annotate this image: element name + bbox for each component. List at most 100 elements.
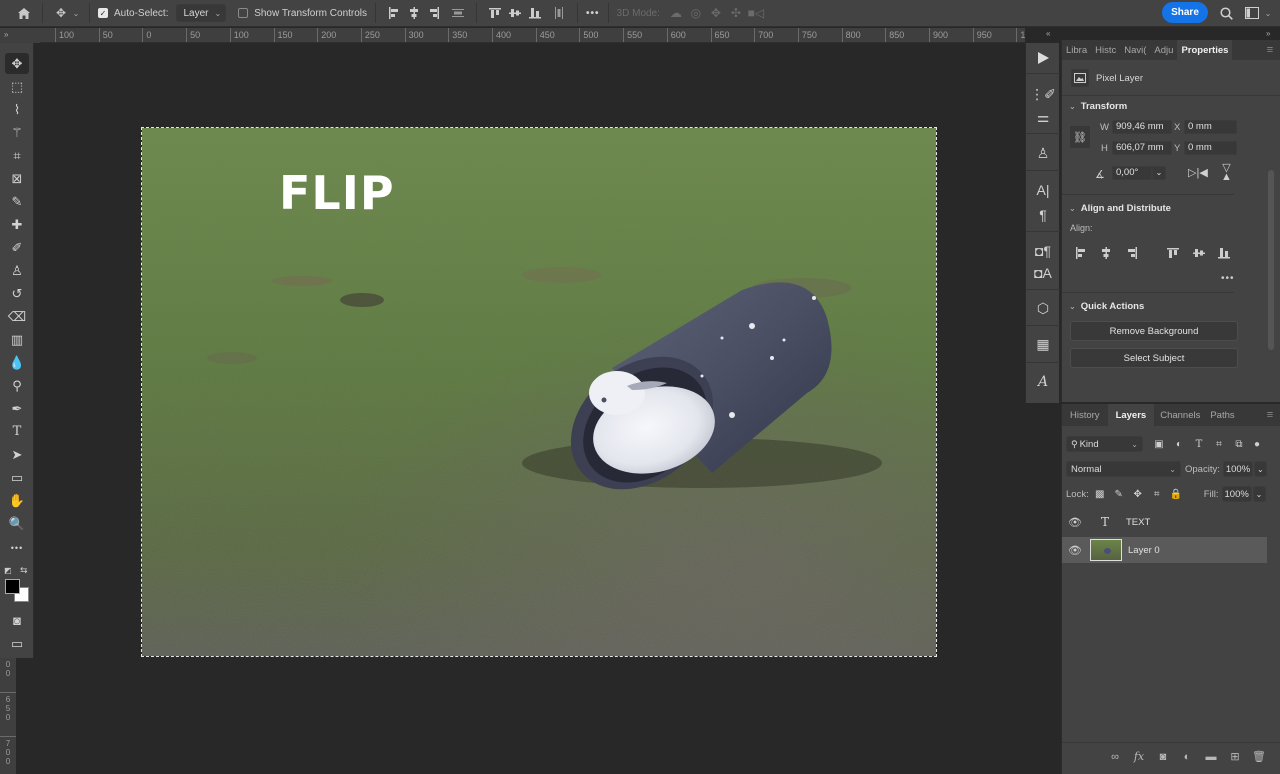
width-field[interactable]: 909,46 mm <box>1112 120 1172 134</box>
y-position-field[interactable]: 0 mm <box>1184 141 1237 155</box>
link-dimensions-icon[interactable]: ⛓ <box>1070 126 1090 148</box>
visibility-eye-icon[interactable]: 👁 <box>1062 544 1088 557</box>
filter-toggle-icon[interactable]: ● <box>1249 436 1265 452</box>
gradient-tool[interactable]: ▥ <box>5 329 29 350</box>
filter-adjustment-layers-icon[interactable]: ◐ <box>1171 436 1187 452</box>
home-icon[interactable] <box>14 3 34 23</box>
brushes-icon[interactable]: ⚌ <box>1033 107 1053 127</box>
history-brush-tool[interactable]: ↺ <box>5 283 29 304</box>
align-vertical-centers-icon[interactable] <box>1192 246 1206 260</box>
remove-background-button[interactable]: Remove Background <box>1070 321 1238 341</box>
auto-select-target-dropdown[interactable]: Layer ⌄ <box>176 4 227 22</box>
move-tool-preset-icon[interactable]: ✥ <box>51 3 71 23</box>
align-top-edges-icon[interactable] <box>485 3 505 23</box>
more-options-button[interactable]: ••• <box>586 8 600 19</box>
foreground-color-swatch[interactable] <box>5 579 20 594</box>
more-align-options-button[interactable]: ••• <box>1221 273 1235 284</box>
glyphs-icon[interactable]: A <box>1033 372 1053 392</box>
new-group-icon[interactable]: ▬ <box>1203 751 1219 763</box>
lock-transparent-pixels-icon[interactable]: ▩ <box>1092 486 1108 502</box>
brush-tool[interactable]: ✐ <box>5 237 29 258</box>
distribute-vertical-icon[interactable] <box>549 3 569 23</box>
magic-wand-tool[interactable]: ⚚ <box>5 122 29 143</box>
filter-smart-objects-icon[interactable]: ⧉ <box>1231 436 1247 452</box>
select-subject-button[interactable]: Select Subject <box>1070 348 1238 368</box>
edit-toolbar[interactable]: ••• <box>5 537 29 558</box>
hand-tool[interactable]: ✋ <box>5 490 29 511</box>
workspace-icon[interactable] <box>1242 3 1262 23</box>
lock-artboard-icon[interactable]: ⌗ <box>1149 486 1165 502</box>
frame-tool[interactable]: ⊠ <box>5 168 29 189</box>
pen-tool[interactable]: ✒ <box>5 398 29 419</box>
tab-history[interactable]: History <box>1062 404 1108 426</box>
swap-colors-icon[interactable]: ⇆ <box>20 565 28 576</box>
x-position-field[interactable]: 0 mm <box>1184 120 1237 134</box>
fill-dropdown[interactable]: ⌄ <box>1252 486 1266 502</box>
type-tool[interactable]: T <box>5 421 29 442</box>
tab-properties[interactable]: Properties <box>1177 40 1233 60</box>
character-styles-icon[interactable]: ◘A <box>1033 263 1053 283</box>
filter-type-layers-icon[interactable]: T <box>1191 436 1207 452</box>
healing-brush-tool[interactable]: ✚ <box>5 214 29 235</box>
adjustment-layer-icon[interactable]: ◐ <box>1179 751 1195 763</box>
flip-text-layer[interactable]: FLIP <box>279 166 395 220</box>
align-bottom-edges-icon[interactable] <box>1217 246 1231 260</box>
layer-row-text[interactable]: 👁 T TEXT <box>1062 509 1267 535</box>
align-left-edges-icon[interactable] <box>384 3 404 23</box>
delete-layer-icon[interactable]: 🗑 <box>1251 750 1267 763</box>
tab-channels[interactable]: Channels <box>1154 404 1206 426</box>
3d-icon[interactable]: ⬡ <box>1033 298 1053 318</box>
quick-mask-mode-icon[interactable]: ◙ <box>5 610 29 631</box>
crop-tool[interactable]: ⌗ <box>5 145 29 166</box>
panel-menu-icon[interactable]: ≡ <box>1260 404 1280 426</box>
flip-vertical-icon[interactable]: ▽ ▲ <box>1221 163 1232 183</box>
height-field[interactable]: 606,07 mm <box>1112 141 1172 155</box>
chevron-down-icon[interactable]: ⌄ <box>1262 3 1274 23</box>
rectangular-marquee-tool[interactable]: ⬚ <box>5 76 29 97</box>
document-canvas[interactable]: FLIP <box>141 127 937 657</box>
align-horizontal-centers-icon[interactable] <box>404 3 424 23</box>
paragraph-icon[interactable]: ¶ <box>1033 205 1053 225</box>
distribute-horizontal-icon[interactable] <box>448 3 468 23</box>
align-vertical-centers-icon[interactable] <box>505 3 525 23</box>
eraser-tool[interactable]: ⌫ <box>5 306 29 327</box>
move-tool[interactable]: ✥ <box>5 53 29 74</box>
fx-icon[interactable]: fx <box>1131 750 1147 763</box>
blend-mode-dropdown[interactable]: Normal ⌄ <box>1066 461 1181 477</box>
show-transform-controls-checkbox[interactable] <box>238 8 249 18</box>
align-distribute-section-header[interactable]: ⌄ Align and Distribute <box>1069 203 1171 214</box>
expand-dock-button[interactable]: » <box>1266 29 1270 38</box>
tab-libraries[interactable]: Libra <box>1062 40 1091 60</box>
add-mask-icon[interactable]: ◙ <box>1155 751 1171 763</box>
eyedropper-tool[interactable]: ✎ <box>5 191 29 212</box>
layer-row-layer-0[interactable]: 👁 Layer 0 <box>1062 537 1267 563</box>
align-horizontal-centers-icon[interactable] <box>1099 246 1113 260</box>
new-layer-icon[interactable]: ⊞ <box>1227 750 1243 763</box>
align-bottom-edges-icon[interactable] <box>525 3 545 23</box>
actions-icon[interactable] <box>1033 48 1053 68</box>
panel-menu-icon[interactable]: ≡ <box>1260 40 1280 60</box>
layer-filter-kind-dropdown[interactable]: ⚲ Kind ⌄ <box>1066 436 1143 452</box>
default-colors-icon[interactable]: ◩ <box>4 566 12 575</box>
quick-actions-section-header[interactable]: ⌄ Quick Actions <box>1069 301 1144 312</box>
angle-dropdown-chevron[interactable]: ⌄ <box>1152 166 1166 180</box>
path-selection-tool[interactable]: ➤ <box>5 444 29 465</box>
align-right-edges-icon[interactable] <box>1125 246 1139 260</box>
zoom-tool[interactable]: 🔍 <box>5 513 29 534</box>
blur-tool[interactable]: 💧 <box>5 352 29 373</box>
dodge-tool[interactable]: ⚲ <box>5 375 29 396</box>
horizontal-ruler[interactable]: 100 50 0 50 100 150 200 250 300 350 400 450 500 550 60… <box>40 28 1025 43</box>
clone-source-icon[interactable]: ♙ <box>1033 143 1053 163</box>
tab-navigator[interactable]: Navi( <box>1120 40 1150 60</box>
paragraph-styles-icon[interactable]: ◘¶ <box>1033 241 1053 261</box>
properties-scrollbar[interactable] <box>1268 170 1274 350</box>
tab-history[interactable]: Histc <box>1091 40 1120 60</box>
auto-select-checkbox[interactable]: ✓ <box>98 8 108 18</box>
timeline-icon[interactable]: ▦ <box>1033 334 1053 354</box>
share-button[interactable]: Share <box>1162 2 1208 23</box>
fill-field[interactable]: 100% <box>1221 486 1252 502</box>
collapse-panels-button[interactable]: « <box>1046 29 1050 38</box>
align-top-edges-icon[interactable] <box>1166 246 1180 260</box>
lock-image-pixels-icon[interactable]: ✎ <box>1111 486 1127 502</box>
transform-section-header[interactable]: ⌄ Transform <box>1069 101 1127 112</box>
